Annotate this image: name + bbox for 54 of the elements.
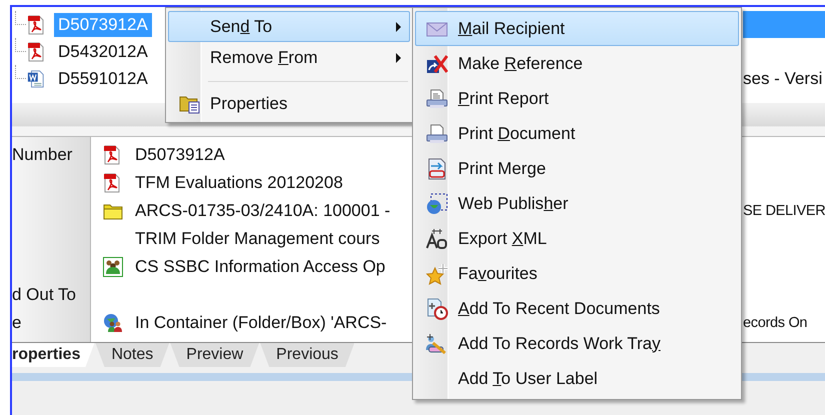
tree-line bbox=[15, 65, 26, 79]
tray-pencil-icon bbox=[425, 334, 449, 354]
folder-list-icon bbox=[178, 94, 200, 114]
globe-frame-icon bbox=[426, 192, 448, 214]
people-group-icon bbox=[103, 257, 123, 277]
tab[interactable]: Notes bbox=[95, 343, 170, 367]
menu-item[interactable]: Mail Recipient bbox=[415, 11, 739, 46]
field-value: ARCS-01735-03/2410A: 100001 - bbox=[135, 201, 390, 221]
document-clock-icon bbox=[426, 298, 448, 320]
file-name[interactable]: D5591012A bbox=[54, 66, 152, 90]
menu-item[interactable]: Add To Records Work Tray bbox=[415, 326, 739, 361]
pdf-file-icon bbox=[103, 145, 121, 165]
pdf-file-icon bbox=[103, 173, 121, 193]
cross-arrow-icon bbox=[426, 54, 448, 74]
pdf-file-icon bbox=[27, 42, 45, 62]
tab[interactable]: roperties bbox=[12, 343, 94, 367]
field-value: CS SSBC Information Access Op bbox=[135, 257, 386, 277]
field-value: TRIM Folder Management cours bbox=[135, 229, 380, 249]
type-icon bbox=[426, 228, 448, 250]
menu-item[interactable]: Export XML bbox=[415, 221, 739, 256]
field-label: Number bbox=[12, 145, 74, 165]
field-value: D5073912A bbox=[135, 145, 225, 165]
folder-icon bbox=[103, 202, 123, 220]
menu-item[interactable]: Send To bbox=[168, 11, 410, 42]
field-value: SE DELIVER bbox=[743, 203, 825, 219]
tab[interactable]: Preview bbox=[170, 343, 260, 367]
print-merge-icon bbox=[426, 158, 448, 180]
field-value: In Container (Folder/Box) 'ARCS- bbox=[135, 313, 387, 333]
menu-item[interactable]: Make Reference bbox=[415, 46, 739, 81]
menu-item[interactable]: Remove From bbox=[168, 42, 410, 73]
menu-item[interactable]: Web Publisher bbox=[415, 186, 739, 221]
menu-item[interactable]: Print Document bbox=[415, 116, 739, 151]
menu-item[interactable]: Add To User Label bbox=[415, 361, 739, 396]
menu-item[interactable]: Add To Recent Documents bbox=[415, 291, 739, 326]
field-label: d Out To bbox=[12, 285, 77, 305]
field-value: TFM Evaluations 20120208 bbox=[135, 173, 343, 193]
menu-item[interactable]: Print Report bbox=[415, 81, 739, 116]
menu-item[interactable]: Print Merge bbox=[415, 151, 739, 186]
envelope-icon bbox=[426, 20, 448, 36]
file-name[interactable]: D5432012A bbox=[54, 40, 152, 64]
field-label: e bbox=[12, 313, 22, 333]
star-plus-icon bbox=[426, 262, 448, 284]
globe-people-icon bbox=[103, 313, 123, 333]
field-value: ecords On bbox=[743, 315, 808, 331]
printer-report-icon bbox=[426, 88, 448, 108]
menu-item[interactable]: Favourites bbox=[415, 256, 739, 291]
tab[interactable]: Previous bbox=[260, 343, 354, 367]
tree-line bbox=[15, 38, 26, 52]
printer-icon bbox=[426, 124, 448, 144]
cell-text: ses - Versi bbox=[743, 68, 822, 88]
tree-line bbox=[15, 11, 26, 25]
document-icon bbox=[27, 68, 45, 88]
pdf-file-icon bbox=[27, 14, 45, 34]
menu-item[interactable]: Properties bbox=[168, 88, 410, 119]
